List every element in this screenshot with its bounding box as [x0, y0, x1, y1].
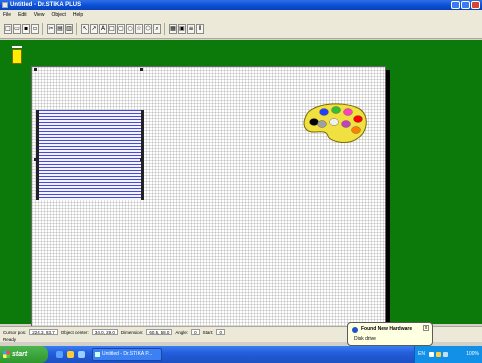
- ellipse-tool[interactable]: ○: [126, 24, 134, 34]
- lined-rectangle-object[interactable]: [36, 110, 144, 200]
- media-quicklaunch-icon[interactable]: [78, 351, 85, 358]
- current-color-swatch[interactable]: [12, 49, 22, 64]
- angle-value: 0: [191, 329, 200, 335]
- close-button[interactable]: [471, 1, 480, 9]
- taskbar-window-label: Untitled - Dr.STIKA P...: [102, 351, 153, 357]
- selection-handle[interactable]: [140, 158, 143, 161]
- minimize-button[interactable]: [451, 1, 460, 9]
- balloon-text: Disk drive: [354, 336, 376, 342]
- window-title: Untitled - Dr.STIKA PLUS: [10, 2, 82, 8]
- maximize-button[interactable]: [461, 1, 470, 9]
- object-center-label: Object center:: [60, 329, 89, 335]
- save-button[interactable]: ▪: [22, 24, 30, 34]
- image-tool[interactable]: ▦: [169, 24, 177, 34]
- print-button[interactable]: ▫: [31, 24, 39, 34]
- palette-swatch[interactable]: [317, 120, 327, 128]
- rounded-rect-tool[interactable]: ▢: [117, 24, 125, 34]
- selection-handle[interactable]: [34, 158, 37, 161]
- toolbar-separator: [76, 23, 80, 35]
- distribute-tool[interactable]: ⫴: [196, 24, 204, 34]
- volume-icon[interactable]: [443, 352, 448, 357]
- object-center-value: 34.0, 29.0: [91, 329, 118, 335]
- cursor-pos-label: Cursor pos:: [3, 329, 27, 335]
- system-tray: EN 100%: [414, 346, 482, 363]
- palette-swatch[interactable]: [331, 106, 341, 114]
- toolbar: □ ▭ ▪ ▫ ✂ ▤ ▥ ↖ ↗ A □ ▢ ○ ☆ ⬡ ⌕ ▦ ▣ ≡ ⫴: [0, 20, 482, 39]
- ready-status: Ready: [3, 337, 17, 342]
- zoom-tool[interactable]: ⌕: [153, 24, 161, 34]
- title-bar[interactable]: Untitled - Dr.STIKA PLUS: [0, 0, 482, 10]
- menu-object[interactable]: Object: [51, 10, 65, 20]
- toolbar-separator: [42, 23, 46, 35]
- hardware-icon[interactable]: [436, 352, 441, 357]
- start-label: start: [12, 351, 28, 358]
- language-indicator[interactable]: EN: [418, 346, 425, 363]
- pointer-tool[interactable]: ↖: [81, 24, 89, 34]
- palette-swatch[interactable]: [309, 118, 319, 126]
- app-icon: [95, 352, 100, 357]
- tray-clock: 100%: [466, 351, 479, 357]
- palette-swatch[interactable]: [351, 126, 361, 134]
- workspace[interactable]: [0, 40, 482, 340]
- notification-balloon[interactable]: Found New Hardware x Disk drive: [347, 322, 433, 346]
- network-icon[interactable]: [429, 352, 434, 357]
- align-tool[interactable]: ≡: [187, 24, 195, 34]
- polygon-tool[interactable]: ⬡: [144, 24, 152, 34]
- palette-swatch[interactable]: [343, 108, 353, 116]
- dimension-value: 60.5, 58.0: [146, 329, 173, 335]
- menu-file[interactable]: File: [3, 10, 11, 20]
- palette-icon[interactable]: [300, 102, 368, 146]
- palette-swatch[interactable]: [353, 115, 363, 123]
- menu-view[interactable]: View: [34, 10, 45, 20]
- selection-handle[interactable]: [140, 68, 143, 71]
- new-button[interactable]: □: [4, 24, 12, 34]
- select-tool[interactable]: ↗: [90, 24, 98, 34]
- text-tool[interactable]: A: [99, 24, 107, 34]
- menu-bar: File Edit View Object Help: [0, 10, 482, 20]
- window-controls: [451, 1, 480, 9]
- start-button[interactable]: start: [0, 346, 48, 363]
- taskbar-window-button[interactable]: Untitled - Dr.STIKA P...: [92, 348, 162, 361]
- dimension-label: Dimension:: [120, 329, 144, 335]
- start-label: Start:: [202, 329, 214, 335]
- ie-quicklaunch-icon[interactable]: [56, 351, 63, 358]
- toolbar-separator: [164, 23, 168, 35]
- balloon-close-button[interactable]: x: [423, 325, 429, 331]
- ruler-tab: [12, 46, 22, 48]
- cut-button[interactable]: ✂: [47, 24, 55, 34]
- copy-button[interactable]: ▤: [56, 24, 64, 34]
- angle-label: Angle:: [175, 329, 189, 335]
- taskbar: start Untitled - Dr.STIKA P... EN 100%: [0, 346, 482, 363]
- screen: Untitled - Dr.STIKA PLUS File Edit View …: [0, 0, 482, 363]
- menu-help[interactable]: Help: [73, 10, 83, 20]
- frame-tool[interactable]: ▣: [178, 24, 186, 34]
- windows-flag-icon: [3, 351, 10, 358]
- paste-button[interactable]: ▥: [65, 24, 73, 34]
- menu-edit[interactable]: Edit: [18, 10, 27, 20]
- star-tool[interactable]: ☆: [135, 24, 143, 34]
- cursor-pos-value: 224.3, 83.7: [29, 329, 58, 335]
- balloon-title: Found New Hardware: [361, 326, 413, 332]
- info-icon: [352, 327, 358, 333]
- start-value: 0: [216, 329, 225, 335]
- open-button[interactable]: ▭: [13, 24, 21, 34]
- palette-swatch[interactable]: [329, 118, 339, 126]
- selection-handle[interactable]: [34, 68, 37, 71]
- folder-quicklaunch-icon[interactable]: [67, 351, 74, 358]
- app-icon: [2, 2, 8, 8]
- palette-swatch[interactable]: [319, 108, 329, 116]
- rectangle-tool[interactable]: □: [108, 24, 116, 34]
- palette-swatch[interactable]: [341, 120, 351, 128]
